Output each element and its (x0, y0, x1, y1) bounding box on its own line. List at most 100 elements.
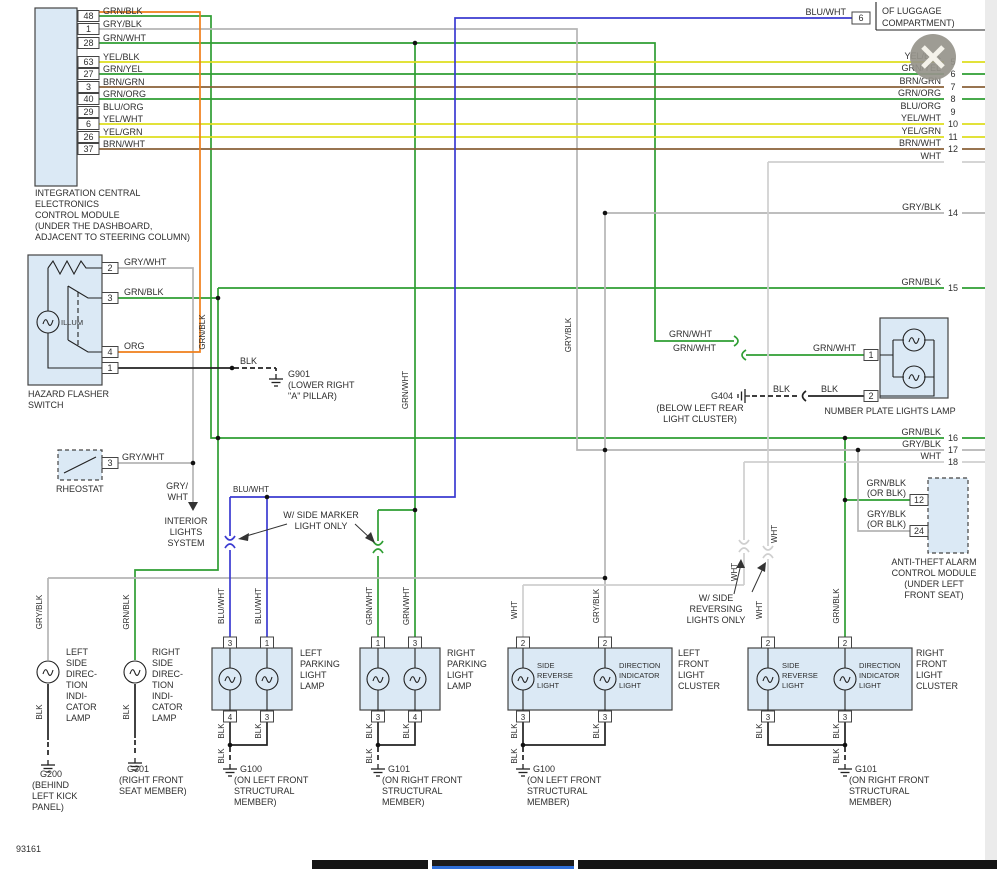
wire-label: BLK (217, 723, 226, 739)
wire-label: YEL/GRN (901, 126, 941, 136)
pin-number: 37 (83, 144, 93, 154)
pin-number: 2 (521, 639, 526, 648)
wire-label: GRN/WHT (669, 329, 712, 339)
pin-number: 3 (228, 639, 233, 648)
wire-label: BLK (510, 748, 519, 764)
wire-label: GRN/WHT (402, 587, 411, 625)
component-label: NUMBER PLATE LIGHTS LAMP (824, 406, 955, 416)
pin-number: 3 (107, 293, 112, 303)
wire-label: BLK (365, 748, 374, 764)
ground-label: G301 (127, 764, 149, 774)
ground-label: G404 (711, 391, 733, 401)
pin-number: 40 (83, 94, 93, 104)
wire-label: YEL/GRN (103, 127, 143, 137)
ground-location: (RIGHT FRONTSEAT MEMBER) (119, 775, 187, 796)
wire-label: GRN/WHT (103, 33, 146, 43)
wire-label: BLK (755, 723, 764, 739)
pin-number: 26 (83, 132, 93, 142)
wire-label: GRN/BLK (832, 588, 841, 624)
left-parking-lamp-box (212, 648, 292, 710)
right-parking-lamp-box (360, 648, 440, 710)
pin-number: 1 (868, 350, 873, 360)
wire-label: GRN/WHT (813, 343, 856, 353)
pin-number: 3 (265, 713, 270, 722)
pin-number: 3 (843, 713, 848, 722)
wire-label: GRN/BLK (122, 594, 131, 630)
taskbar[interactable] (312, 860, 997, 869)
pin-number: 12 (914, 495, 924, 505)
pin-number: 9 (950, 107, 955, 117)
wire-label: BLU/ORG (900, 101, 941, 111)
wire-label: BLK (832, 723, 841, 739)
pin-number: 2 (766, 639, 771, 648)
wire-label: GRY/BLK (902, 439, 941, 449)
component-label: RHEOSTAT (56, 484, 104, 494)
wire-label: GRN/BLK (901, 427, 941, 437)
pin-number: 3 (766, 713, 771, 722)
pin-number: 3 (376, 713, 381, 722)
wire-label: BLK (510, 723, 519, 739)
wire-label: ORG (124, 341, 145, 351)
pin-number: 3 (521, 713, 526, 722)
pin-number: 3 (86, 82, 91, 92)
wire-label: GRY/BLK (592, 588, 601, 623)
pin-number: 4 (228, 713, 233, 722)
wire-label: BLK (402, 723, 411, 739)
wire-label: WHT (755, 601, 764, 619)
anti-theft-box (928, 478, 968, 553)
wire-label: GRY/BLK (103, 19, 142, 29)
pin-number: 27 (83, 69, 93, 79)
pin-number: 14 (948, 208, 958, 218)
wire-label: WHT (510, 601, 519, 619)
wire-label: GRY/BLK (902, 202, 941, 212)
wire-label: WHT (770, 525, 779, 543)
pin-number: 1 (107, 363, 112, 373)
pin-number: 10 (948, 119, 958, 129)
ground-location: (BELOW LEFT REARLIGHT CLUSTER) (656, 403, 744, 424)
wire-label: BLK (773, 384, 790, 394)
wire-label: GRN/WHT (365, 587, 374, 625)
pin-number: 18 (948, 457, 958, 467)
pin-number: 2 (603, 639, 608, 648)
wire-label: BLK (254, 723, 263, 739)
wire-label: GRY/WHT (122, 452, 165, 462)
wire-label: BLU/WHT (217, 588, 226, 624)
pin-number: 4 (413, 713, 418, 722)
wire-label: BLK (821, 384, 838, 394)
wire-label: BLK (122, 704, 131, 720)
ground-label: G200 (40, 769, 62, 779)
wire-label: BLK (365, 723, 374, 739)
pin-number: 3 (413, 639, 418, 648)
wire-label: BRN/GRN (103, 77, 145, 87)
pin-number: 2 (107, 263, 112, 273)
ground-label: G101 (388, 764, 410, 774)
wiring-diagram: 48 1 28 63 27 3 40 29 6 26 37 GRN/BLK GR… (0, 0, 997, 869)
pin-number: 15 (948, 283, 958, 293)
wire-label: BLU/WHT (254, 588, 263, 624)
number-plate-lamp-box (880, 318, 948, 398)
pin-number: 11 (948, 132, 957, 142)
wire-label: GRY/BLK (564, 317, 573, 352)
diagram-id: 93161 (16, 844, 41, 854)
wire-label: BLU/WHT (806, 7, 847, 17)
pin-number: 2 (868, 391, 873, 401)
pin-number: 7 (950, 82, 955, 92)
icecm-box (35, 8, 77, 186)
system-label: INTERIORLIGHTSSYSTEM (164, 516, 208, 548)
page-edge (985, 0, 997, 869)
close-button[interactable] (910, 34, 956, 80)
pin-number: 29 (83, 107, 93, 117)
wire-label: BRN/WHT (103, 139, 145, 149)
pin-number: 16 (948, 433, 958, 443)
wire-label: GRN/BLK(OR BLK) (866, 478, 906, 498)
pin-number: 6 (86, 119, 91, 129)
pin-number: 8 (950, 94, 955, 104)
ground-label: G101 (855, 764, 877, 774)
pin-number: 1 (86, 24, 91, 34)
wire-label: WHT (921, 151, 942, 161)
pin-number: 1 (376, 639, 381, 648)
wire-label: GRY/WHT (124, 257, 167, 267)
pin-number: 4 (107, 347, 112, 357)
wire-label: GRN/BLK (901, 277, 941, 287)
wire-label: BRN/WHT (899, 138, 941, 148)
